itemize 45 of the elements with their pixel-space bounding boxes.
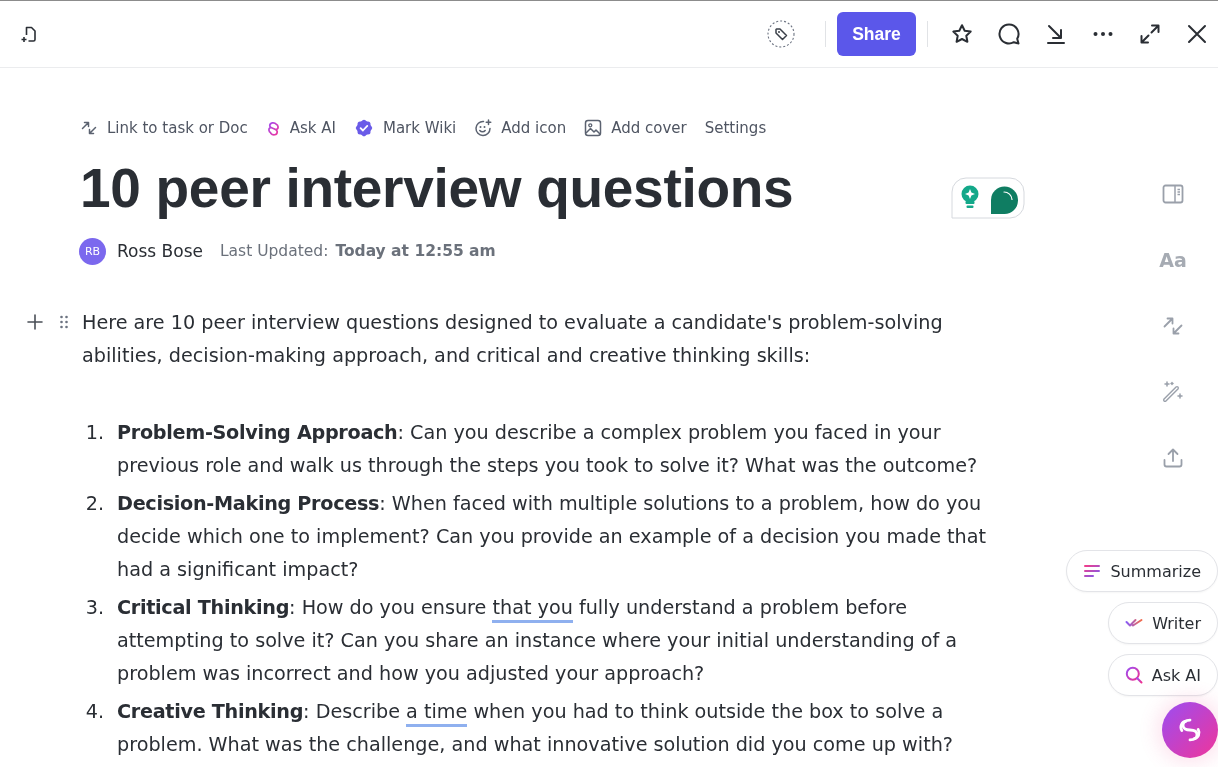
upload-icon[interactable] (1161, 446, 1185, 470)
add-page-icon[interactable] (19, 24, 39, 44)
intro-paragraph: Here are 10 peer interview questions designed to evaluate a candidate's problem-solving abilities, decision-making approach, and critical and creative thinking skills: (82, 310, 944, 369)
updated-label: Last Updated: (219, 242, 329, 260)
lines-icon (1083, 562, 1102, 580)
verified-badge-icon (353, 118, 374, 138)
close-icon[interactable] (1185, 22, 1209, 46)
mark-wiki-button[interactable]: Mark Wiki (353, 118, 457, 138)
summarize-button[interactable]: Summarize (1066, 550, 1218, 592)
ask-ai-button[interactable]: Ask AI (265, 119, 336, 137)
updated-time: Today at 12:55 am (335, 242, 496, 260)
tag-icon[interactable] (767, 20, 795, 48)
link-task-button[interactable]: Link to task or Doc (80, 119, 248, 137)
ai-assistant-button[interactable] (1162, 702, 1218, 758)
author-name: Ross Bose (117, 241, 203, 261)
document-title: 10 peer interview questions (80, 156, 794, 220)
question-text: Critical Thinking: How do you ensure that you fully understand a problem before attempting to solve it? Can you share an instance where your initial understanding of a problem was incorrect and how you adjusted your approach? (117, 595, 959, 687)
image-icon (584, 119, 603, 137)
question-text: Creative Thinking: Describe a time when you had to think outside the box to solve a problem. What was the challenge, and what innovative solution did you come up with? (117, 699, 954, 758)
expand-icon[interactable] (1138, 22, 1162, 46)
comment-icon[interactable] (997, 22, 1021, 46)
question-text: Problem-Solving Approach: Can you describe a complex problem you faced in your previous role and walk us through the steps you took to solve it? What was the outcome? (117, 420, 979, 479)
download-icon[interactable] (1044, 22, 1068, 46)
drag-handle-icon[interactable] (60, 315, 68, 329)
add-block-icon[interactable] (26, 313, 44, 331)
swirl-icon (265, 120, 281, 136)
settings-button[interactable]: Settings (704, 119, 767, 137)
panel-layout-icon[interactable] (1161, 182, 1185, 206)
magic-wand-icon[interactable] (1161, 380, 1185, 404)
extension-badge-icon[interactable] (951, 177, 1025, 219)
ask-ai-button[interactable]: Ask AI (1107, 654, 1218, 696)
list-number: 3. (84, 595, 104, 621)
list-number: 4. (84, 699, 104, 725)
list-number: 2. (84, 491, 104, 517)
add-cover-button[interactable]: Add cover (584, 119, 687, 137)
smiley-plus-icon (474, 119, 493, 137)
share-button[interactable]: Share (837, 12, 916, 56)
add-icon-button[interactable]: Add icon (474, 119, 567, 137)
writer-button[interactable]: Writer (1108, 602, 1218, 644)
author-avatar: RB (79, 237, 106, 265)
search-icon (1124, 666, 1143, 684)
diagonal-arrows-icon (80, 119, 98, 137)
question-text: Decision-Making Process: When faced with multiple solutions to a problem, how do you decide which one to implement? Can you provide an example of a decision you made that had a significant impact? (117, 491, 988, 583)
star-icon[interactable] (950, 22, 974, 46)
list-number: 1. (84, 420, 104, 446)
